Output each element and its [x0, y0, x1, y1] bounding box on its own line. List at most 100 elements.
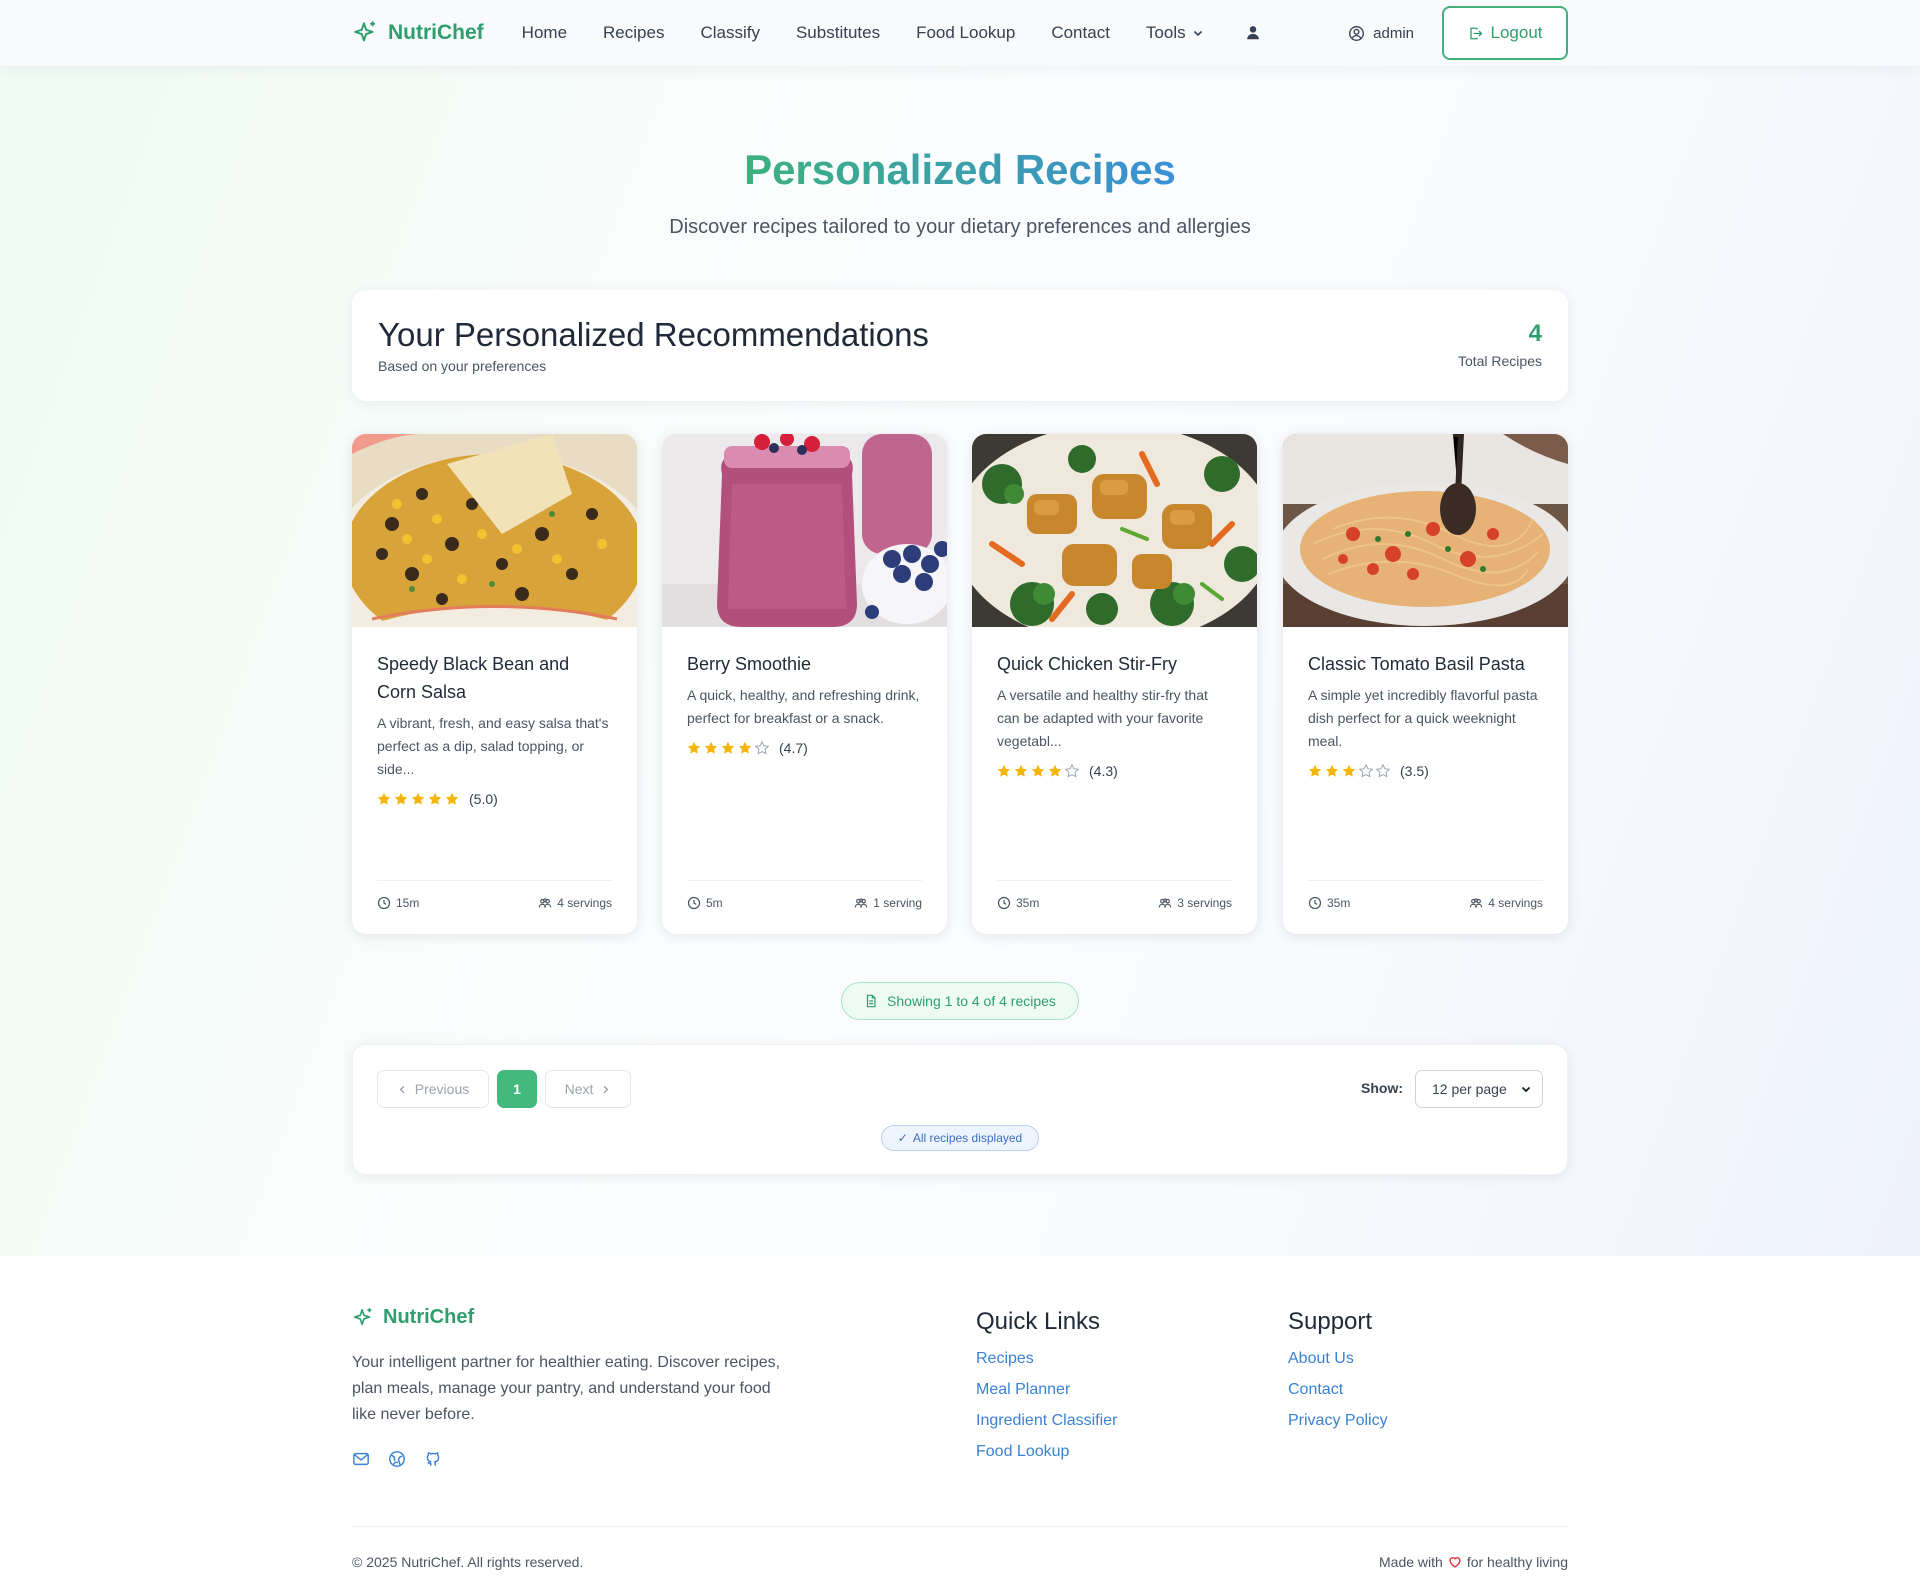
clock-icon	[1308, 896, 1322, 910]
logout-icon	[1469, 27, 1482, 39]
recipe-meta: 35m 4 servings	[1308, 880, 1543, 910]
heart-icon	[1449, 1557, 1461, 1568]
next-page-button[interactable]: Next	[545, 1070, 631, 1108]
star-empty-icon	[1376, 764, 1390, 778]
rating-value: (3.5)	[1400, 763, 1429, 779]
sparkle-icon	[354, 21, 376, 42]
clock-icon	[377, 896, 391, 910]
clock-icon	[997, 896, 1011, 910]
user-account[interactable]: admin	[1348, 25, 1414, 42]
footer-link-privacy-policy[interactable]: Privacy Policy	[1288, 1412, 1388, 1430]
star-filled-icon	[1048, 764, 1062, 777]
star-filled-icon	[1325, 764, 1339, 777]
recipe-image	[662, 434, 947, 627]
star-filled-icon	[704, 741, 718, 754]
star-filled-icon	[1014, 764, 1028, 777]
nav-tools-label: Tools	[1145, 23, 1186, 42]
recipe-description: A vibrant, fresh, and easy salsa that's …	[377, 715, 609, 777]
users-icon	[1159, 898, 1172, 908]
chevron-right-icon	[603, 1085, 609, 1093]
recipe-description: A simple yet incredibly flavorful pasta …	[1308, 687, 1538, 749]
nav-tools-dropdown[interactable]: Tools	[1146, 23, 1204, 43]
recipe-description: A quick, healthy, and refreshing drink, …	[687, 687, 920, 726]
recipe-title: Quick Chicken Stir-Fry	[997, 654, 1178, 674]
star-filled-icon	[1342, 764, 1356, 777]
recipe-title: Classic Tomato Basil Pasta	[1308, 654, 1525, 674]
results-count-badge: Showing 1 to 4 of 4 recipes	[841, 982, 1079, 1020]
document-icon	[866, 994, 876, 1008]
star-filled-icon	[1031, 764, 1045, 777]
made-with-note: Made with for healthy living	[1379, 1554, 1568, 1570]
all-displayed-badge: ✓ All recipes displayed	[881, 1125, 1039, 1151]
recipe-image	[972, 434, 1257, 627]
check-icon: ✓	[897, 1131, 908, 1145]
star-empty-icon	[755, 741, 769, 755]
page-subtitle: Discover recipes tailored to your dietar…	[669, 216, 1251, 238]
nav-contact[interactable]: Contact	[1051, 23, 1110, 43]
total-recipes-count: 4	[1528, 320, 1542, 347]
previous-page-button[interactable]: Previous	[377, 1070, 489, 1108]
user-circle-icon	[1349, 25, 1365, 41]
recommendations-title: Your Personalized Recommendations	[378, 316, 929, 353]
star-filled-icon	[394, 792, 408, 805]
recipe-card[interactable]: Quick Chicken Stir-Fry A versatile and h…	[972, 434, 1257, 934]
star-filled-icon	[721, 741, 735, 754]
recipe-rating: (4.7)	[687, 740, 923, 756]
page-1-button[interactable]: 1	[497, 1070, 537, 1108]
recipe-title: Berry Smoothie	[687, 654, 812, 674]
footer-link-ingredient-classifier[interactable]: Ingredient Classifier	[976, 1412, 1117, 1430]
user-profile-icon[interactable]	[1244, 24, 1262, 42]
recipe-image	[352, 434, 637, 627]
github-icon[interactable]	[424, 1450, 442, 1468]
support-title: Support	[1288, 1308, 1373, 1335]
nav-home[interactable]: Home	[522, 23, 567, 43]
recipe-image	[1283, 434, 1568, 627]
recipe-card[interactable]: Classic Tomato Basil Pasta A simple yet …	[1283, 434, 1568, 934]
recipe-meta: 5m 1 serving	[687, 880, 922, 910]
star-filled-icon	[445, 792, 459, 805]
chevron-down-icon	[1521, 1086, 1531, 1093]
nav-classify[interactable]: Classify	[700, 23, 760, 43]
recipe-meta: 15m 4 servings	[377, 880, 612, 910]
pagination-panel: Previous 1 Next Show: 12 per page ✓ All …	[352, 1044, 1568, 1175]
recipe-servings: 1 serving	[854, 896, 922, 910]
per-page-select[interactable]: 12 per page	[1415, 1070, 1543, 1108]
recipe-description: A versatile and healthy stir-fry that ca…	[997, 687, 1208, 749]
mail-icon[interactable]	[352, 1450, 370, 1468]
rating-value: (4.3)	[1089, 763, 1118, 779]
recommendations-header: Your Personalized Recommendations Based …	[352, 290, 1568, 401]
footer-description: Your intelligent partner for healthier e…	[352, 1354, 781, 1423]
footer-link-recipes[interactable]: Recipes	[976, 1350, 1117, 1368]
rating-value: (5.0)	[469, 791, 498, 807]
quick-links-column: Quick Links Recipes Meal Planner Ingredi…	[976, 1308, 1117, 1474]
results-count-text: Showing 1 to 4 of 4 recipes	[887, 993, 1056, 1009]
star-filled-icon	[1308, 764, 1322, 777]
brand-logo[interactable]: NutriChef	[352, 20, 484, 46]
chevron-down-icon	[1193, 30, 1202, 37]
nav-substitutes[interactable]: Substitutes	[796, 23, 880, 43]
footer: NutriChef Your intelligent partner for h…	[0, 1256, 1920, 1596]
nav-food-lookup[interactable]: Food Lookup	[916, 23, 1015, 43]
footer-link-about-us[interactable]: About Us	[1288, 1350, 1388, 1368]
footer-link-contact[interactable]: Contact	[1288, 1381, 1388, 1399]
recipe-meta: 35m 3 servings	[997, 880, 1232, 910]
users-icon	[1470, 898, 1483, 908]
recipe-card[interactable]: Berry Smoothie A quick, healthy, and ref…	[662, 434, 947, 934]
footer-link-food-lookup[interactable]: Food Lookup	[976, 1443, 1117, 1461]
star-filled-icon	[997, 764, 1011, 777]
star-filled-icon	[377, 792, 391, 805]
recommendations-subtitle: Based on your preferences	[378, 358, 547, 374]
quick-links-title: Quick Links	[976, 1308, 1101, 1335]
username: admin	[1373, 24, 1414, 42]
footer-link-meal-planner[interactable]: Meal Planner	[976, 1381, 1117, 1399]
footer-divider	[352, 1526, 1568, 1527]
recipe-card[interactable]: Speedy Black Bean and Corn Salsa A vibra…	[352, 434, 637, 934]
star-filled-icon	[738, 741, 752, 754]
logout-button[interactable]: Logout	[1442, 6, 1568, 60]
globe-icon[interactable]	[388, 1450, 406, 1468]
recipe-time: 15m	[377, 896, 419, 910]
nav-recipes[interactable]: Recipes	[603, 23, 664, 43]
chevron-left-icon	[399, 1085, 405, 1093]
footer-brand[interactable]: NutriChef	[352, 1306, 474, 1329]
recipe-time: 5m	[687, 896, 723, 910]
